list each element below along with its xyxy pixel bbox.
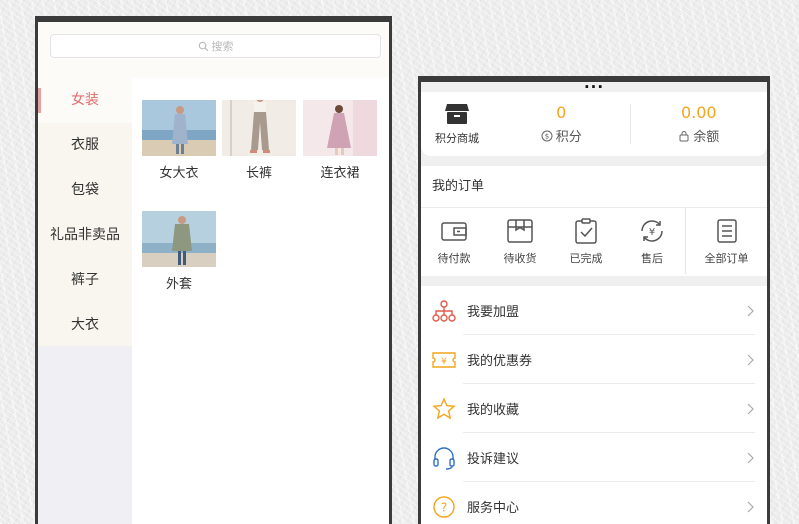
search-icon	[198, 41, 208, 51]
category-item-coats[interactable]: 大衣	[38, 303, 132, 348]
order-completed-label: 已完成	[569, 251, 603, 265]
points-mall-button[interactable]: 积分商城	[421, 102, 493, 146]
svg-text:¥: ¥	[441, 357, 447, 367]
chevron-right-icon	[747, 305, 754, 316]
menu-item-coupons[interactable]: ¥ 我的优惠券	[421, 335, 767, 384]
points-mall-label: 积分商城	[435, 132, 479, 145]
balance-label: 余额	[693, 130, 720, 145]
balance-value: 0.00	[680, 103, 717, 122]
category-sidebar: 女装 衣服 包袋 礼品非卖品 裤子 大衣	[38, 78, 132, 346]
category-item-clothes[interactable]: 衣服	[38, 123, 132, 168]
category-screen: 搜索 女装 衣服 包袋 礼品非卖品 裤子 大衣 女大衣 长裤 连衣裙 外套	[35, 16, 392, 524]
lock-icon	[679, 130, 689, 141]
chevron-right-icon	[747, 403, 754, 414]
my-orders-section: 我的订单 待付款 待收货 已完成 ¥ 售后 全部订单	[421, 166, 767, 276]
balance-stat[interactable]: 0.00 余额	[631, 103, 768, 145]
menu-item-join[interactable]: 我要加盟	[421, 286, 767, 335]
order-pending-payment-label: 待付款	[437, 251, 471, 265]
profile-menu: 我要加盟 ¥ 我的优惠券 我的收藏 投诉建议 ? 服务中心	[421, 286, 767, 524]
svg-text:¥: ¥	[649, 227, 655, 238]
category-item-pants[interactable]: 裤子	[38, 258, 132, 303]
search-bar-container: 搜索	[38, 22, 389, 72]
product-name: 长裤	[245, 166, 272, 181]
chevron-right-icon	[747, 501, 754, 512]
order-status-row: 待付款 待收货 已完成 ¥ 售后 全部订单	[421, 208, 767, 274]
category-item-bags[interactable]: 包袋	[38, 168, 132, 213]
category-content: 女装 衣服 包袋 礼品非卖品 裤子 大衣 女大衣 长裤 连衣裙 外套	[38, 78, 389, 524]
points-stat[interactable]: 0 $ 积分	[493, 103, 630, 145]
chevron-right-icon	[747, 354, 754, 365]
menu-item-label: 我的优惠券	[467, 354, 533, 369]
menu-item-label: 我要加盟	[467, 305, 520, 320]
category-item-womens[interactable]: 女装	[38, 78, 132, 123]
chevron-right-icon	[747, 452, 754, 463]
question-icon: ?	[433, 495, 455, 518]
menu-item-favorites[interactable]: 我的收藏	[421, 384, 767, 433]
product-image	[303, 100, 377, 156]
refresh-yen-icon: ¥	[641, 219, 663, 242]
clipped-header-text: ...	[583, 76, 605, 92]
search-input[interactable]: 搜索	[50, 34, 381, 58]
menu-item-label: 我的收藏	[467, 403, 520, 418]
menu-item-label: 投诉建议	[467, 452, 520, 467]
order-all[interactable]: 全部订单	[685, 208, 767, 274]
coin-icon: $	[541, 130, 553, 141]
profile-screen: ... 积分商城 0 $ 积分 0.00 余额 我的订单 待付款 待收货 已完成…	[418, 76, 770, 524]
svg-text:$: $	[545, 132, 549, 140]
package-icon	[507, 218, 533, 243]
account-stats-card: 积分商城 0 $ 积分 0.00 余额	[421, 92, 767, 156]
product-image	[142, 211, 216, 267]
orders-title: 我的订单	[421, 166, 767, 208]
sidebar-empty-area	[38, 346, 132, 524]
product-name: 外套	[165, 277, 192, 292]
category-item-gifts[interactable]: 礼品非卖品	[38, 213, 132, 258]
order-after-sales[interactable]: ¥ 售后	[619, 217, 685, 266]
star-icon	[432, 396, 456, 419]
product-name: 女大衣	[159, 166, 199, 181]
search-placeholder: 搜索	[211, 40, 234, 53]
order-pending-receipt-label: 待收货	[503, 251, 537, 265]
menu-item-feedback[interactable]: 投诉建议	[421, 433, 767, 482]
shop-icon	[445, 104, 469, 124]
order-completed[interactable]: 已完成	[553, 217, 619, 266]
product-image	[142, 100, 216, 156]
list-icon	[716, 218, 737, 243]
points-value: 0	[556, 103, 567, 122]
product-card[interactable]: 连衣裙	[303, 100, 377, 181]
product-card[interactable]: 长裤	[222, 100, 296, 181]
order-after-sales-label: 售后	[641, 251, 663, 265]
headset-icon	[433, 446, 455, 470]
order-pending-receipt[interactable]: 待收货	[487, 217, 553, 266]
svg-text:?: ?	[441, 500, 447, 514]
order-pending-payment[interactable]: 待付款	[421, 217, 487, 266]
coupon-icon: ¥	[432, 351, 456, 368]
menu-item-label: 服务中心	[467, 501, 520, 516]
clipboard-check-icon	[575, 217, 597, 244]
network-icon	[432, 299, 456, 322]
product-name: 连衣裙	[320, 166, 360, 181]
order-all-label: 全部订单	[704, 251, 749, 265]
menu-item-service-center[interactable]: ? 服务中心	[421, 482, 767, 524]
product-card[interactable]: 女大衣	[142, 100, 216, 181]
wallet-icon	[441, 221, 467, 241]
product-card[interactable]: 外套	[142, 211, 216, 292]
points-label: 积分	[555, 130, 582, 145]
product-image	[222, 100, 296, 156]
